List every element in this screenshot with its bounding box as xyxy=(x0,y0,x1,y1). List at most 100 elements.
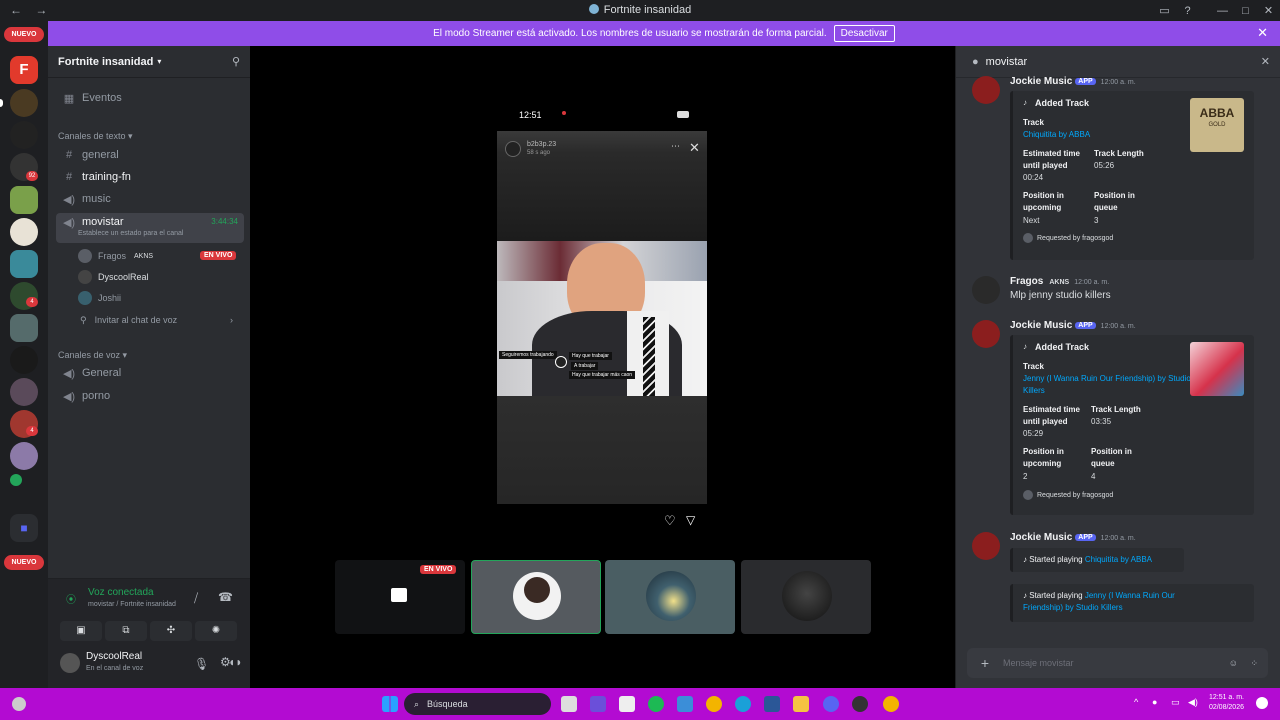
channel-general[interactable]: # general xyxy=(56,145,244,165)
server-icon[interactable] xyxy=(10,378,38,406)
voice-connected-label[interactable]: Voz conectada xyxy=(88,587,154,598)
message-input[interactable]: + Mensaje movistar ☺ ⁘ xyxy=(967,648,1268,678)
folder-icon[interactable] xyxy=(793,696,809,712)
server-icon[interactable] xyxy=(10,121,38,149)
microphone-icon[interactable]: 🎙︎ xyxy=(194,657,209,671)
deactivate-button[interactable]: Desactivar xyxy=(833,25,895,42)
voice-channel-movistar[interactable]: ◀) movistar 3:44:34 Establece un estado … xyxy=(56,213,244,243)
participant-tile[interactable] xyxy=(741,560,871,634)
message-author[interactable]: Jockie Music APP 12:00 a. m. xyxy=(1010,76,1136,87)
channel-training-fn[interactable]: # training-fn xyxy=(56,167,244,187)
voice-user[interactable]: DyscoolReal xyxy=(78,268,149,286)
embed-label: Estimated time until played xyxy=(1023,405,1080,426)
track-link[interactable]: Jenny (I Wanna Ruin Our Friendship) by S… xyxy=(1023,373,1193,397)
text-channels-category[interactable]: Canales de texto ▾ xyxy=(58,131,133,142)
story-avatar[interactable] xyxy=(505,141,521,157)
file-explorer-icon[interactable] xyxy=(561,696,577,712)
participant-tile[interactable] xyxy=(605,560,735,634)
close-icon[interactable]: ✕ xyxy=(1261,55,1270,68)
user-avatar[interactable] xyxy=(60,653,80,673)
mail-icon[interactable] xyxy=(677,696,693,712)
discord-icon[interactable] xyxy=(823,696,839,712)
tray-chevron-icon[interactable]: ^ xyxy=(1134,697,1138,707)
guild-header[interactable]: Fortnite insanidad ▾ ⚲ xyxy=(48,46,250,78)
embed-label: Track Length xyxy=(1091,405,1141,414)
steam-icon[interactable] xyxy=(852,696,868,712)
new-badge[interactable]: NUEVO xyxy=(4,555,44,570)
taskbar-clock[interactable]: 12:51 a. m. 02/08/2026 xyxy=(1209,693,1244,713)
track-link[interactable]: Chiquitita by ABBA xyxy=(1023,129,1090,141)
volume-icon[interactable]: ◀) xyxy=(1188,697,1198,708)
message-author[interactable]: Fragos AKNS 12:00 a. m. xyxy=(1010,276,1109,287)
word-icon[interactable] xyxy=(764,696,780,712)
message-author[interactable]: Jockie Music APP 12:00 a. m. xyxy=(1010,532,1136,543)
camera-button[interactable]: ▣ xyxy=(60,621,102,641)
maximize-button[interactable]: □ xyxy=(1234,5,1257,17)
help-icon[interactable]: ? xyxy=(1176,5,1199,17)
events-item[interactable]: ▦ Eventos xyxy=(56,88,244,108)
widgets-icon[interactable] xyxy=(12,697,26,711)
server-icon[interactable] xyxy=(10,186,38,214)
notification-icon[interactable] xyxy=(1256,697,1268,709)
disconnect-icon[interactable]: ☎ xyxy=(218,590,233,604)
server-icon[interactable] xyxy=(10,442,38,470)
inbox-icon[interactable]: ▭ xyxy=(1153,4,1176,17)
voice-user[interactable]: Fragos AKNS xyxy=(78,247,153,265)
server-icon[interactable]: F xyxy=(10,56,38,84)
close-icon[interactable]: ✕ xyxy=(1257,25,1268,41)
voice-channel-general[interactable]: ◀) General xyxy=(56,363,244,383)
close-icon[interactable]: ✕ xyxy=(689,140,700,156)
settings-gear-icon[interactable]: ⚙ xyxy=(220,655,231,669)
channel-status[interactable]: Establece un estado para el canal xyxy=(78,230,183,237)
embed-label: Track xyxy=(1023,118,1044,127)
server-icon[interactable] xyxy=(10,250,38,278)
new-badge[interactable]: NUEVO xyxy=(4,27,44,42)
teams-icon[interactable] xyxy=(590,696,606,712)
edge-icon[interactable] xyxy=(735,696,751,712)
emoji-icon[interactable]: ☺ xyxy=(1229,658,1238,668)
like-heart-icon[interactable]: ♡ xyxy=(664,513,676,529)
user-name[interactable]: DyscoolReal xyxy=(86,651,142,662)
screen-share-button[interactable]: ⧉ xyxy=(105,621,147,641)
apps-icon[interactable]: ⁘ xyxy=(1250,658,1258,669)
server-icon[interactable] xyxy=(10,89,38,117)
album-thumbnail[interactable] xyxy=(1190,342,1244,396)
start-icon[interactable] xyxy=(382,696,398,712)
bot-avatar[interactable] xyxy=(972,76,1000,104)
network-icon[interactable]: ▭ xyxy=(1171,697,1180,708)
close-button[interactable]: ✕ xyxy=(1257,4,1280,17)
chrome-icon[interactable] xyxy=(706,696,722,712)
add-member-icon[interactable]: ⚲ xyxy=(232,55,240,68)
participant-tile[interactable] xyxy=(471,560,601,634)
story-viewer[interactable]: b2b3p.23 58 s ago ⋯ ✕ Seguiremos trabaja… xyxy=(497,131,707,504)
activities-button[interactable]: ✣ xyxy=(150,621,192,641)
server-icon[interactable] xyxy=(10,314,38,342)
microphone-icon[interactable]: ● xyxy=(1152,697,1157,707)
more-options-icon[interactable]: ⋯ xyxy=(671,141,680,152)
spotify-icon[interactable] xyxy=(648,696,664,712)
bot-avatar[interactable] xyxy=(972,320,1000,348)
server-icon[interactable] xyxy=(10,218,38,246)
add-server-icon[interactable] xyxy=(10,474,22,486)
chrome-icon[interactable] xyxy=(883,696,899,712)
voice-channel-porno[interactable]: ◀) porno xyxy=(56,386,244,406)
soundboard-button[interactable]: ✺ xyxy=(195,621,237,641)
server-icon[interactable] xyxy=(10,346,38,374)
message-author[interactable]: Jockie Music APP 12:00 a. m. xyxy=(1010,320,1136,331)
voice-channels-category[interactable]: Canales de voz ▾ xyxy=(58,350,127,361)
store-icon[interactable] xyxy=(619,696,635,712)
bot-avatar[interactable] xyxy=(972,532,1000,560)
voice-location[interactable]: movistar / Fortnite insanidad xyxy=(88,601,176,608)
album-thumbnail[interactable]: ABBA GOLD xyxy=(1190,98,1244,152)
user-avatar[interactable] xyxy=(972,276,1000,304)
channel-music[interactable]: ◀) music xyxy=(56,189,244,209)
add-attachment-icon[interactable]: + xyxy=(967,655,1003,671)
folder-icon[interactable]: ■ xyxy=(10,514,38,542)
story-username[interactable]: b2b3p.23 xyxy=(527,141,556,148)
taskbar-search[interactable]: ⌕ Búsqueda xyxy=(404,693,551,715)
noise-suppression-icon[interactable]: ⧸ xyxy=(194,591,198,606)
minimize-button[interactable]: — xyxy=(1211,5,1234,17)
voice-user[interactable]: Joshii xyxy=(78,289,121,307)
send-icon[interactable]: ▽ xyxy=(686,513,695,527)
invite-to-voice[interactable]: ⚲ Invitar al chat de voz › xyxy=(78,311,233,329)
